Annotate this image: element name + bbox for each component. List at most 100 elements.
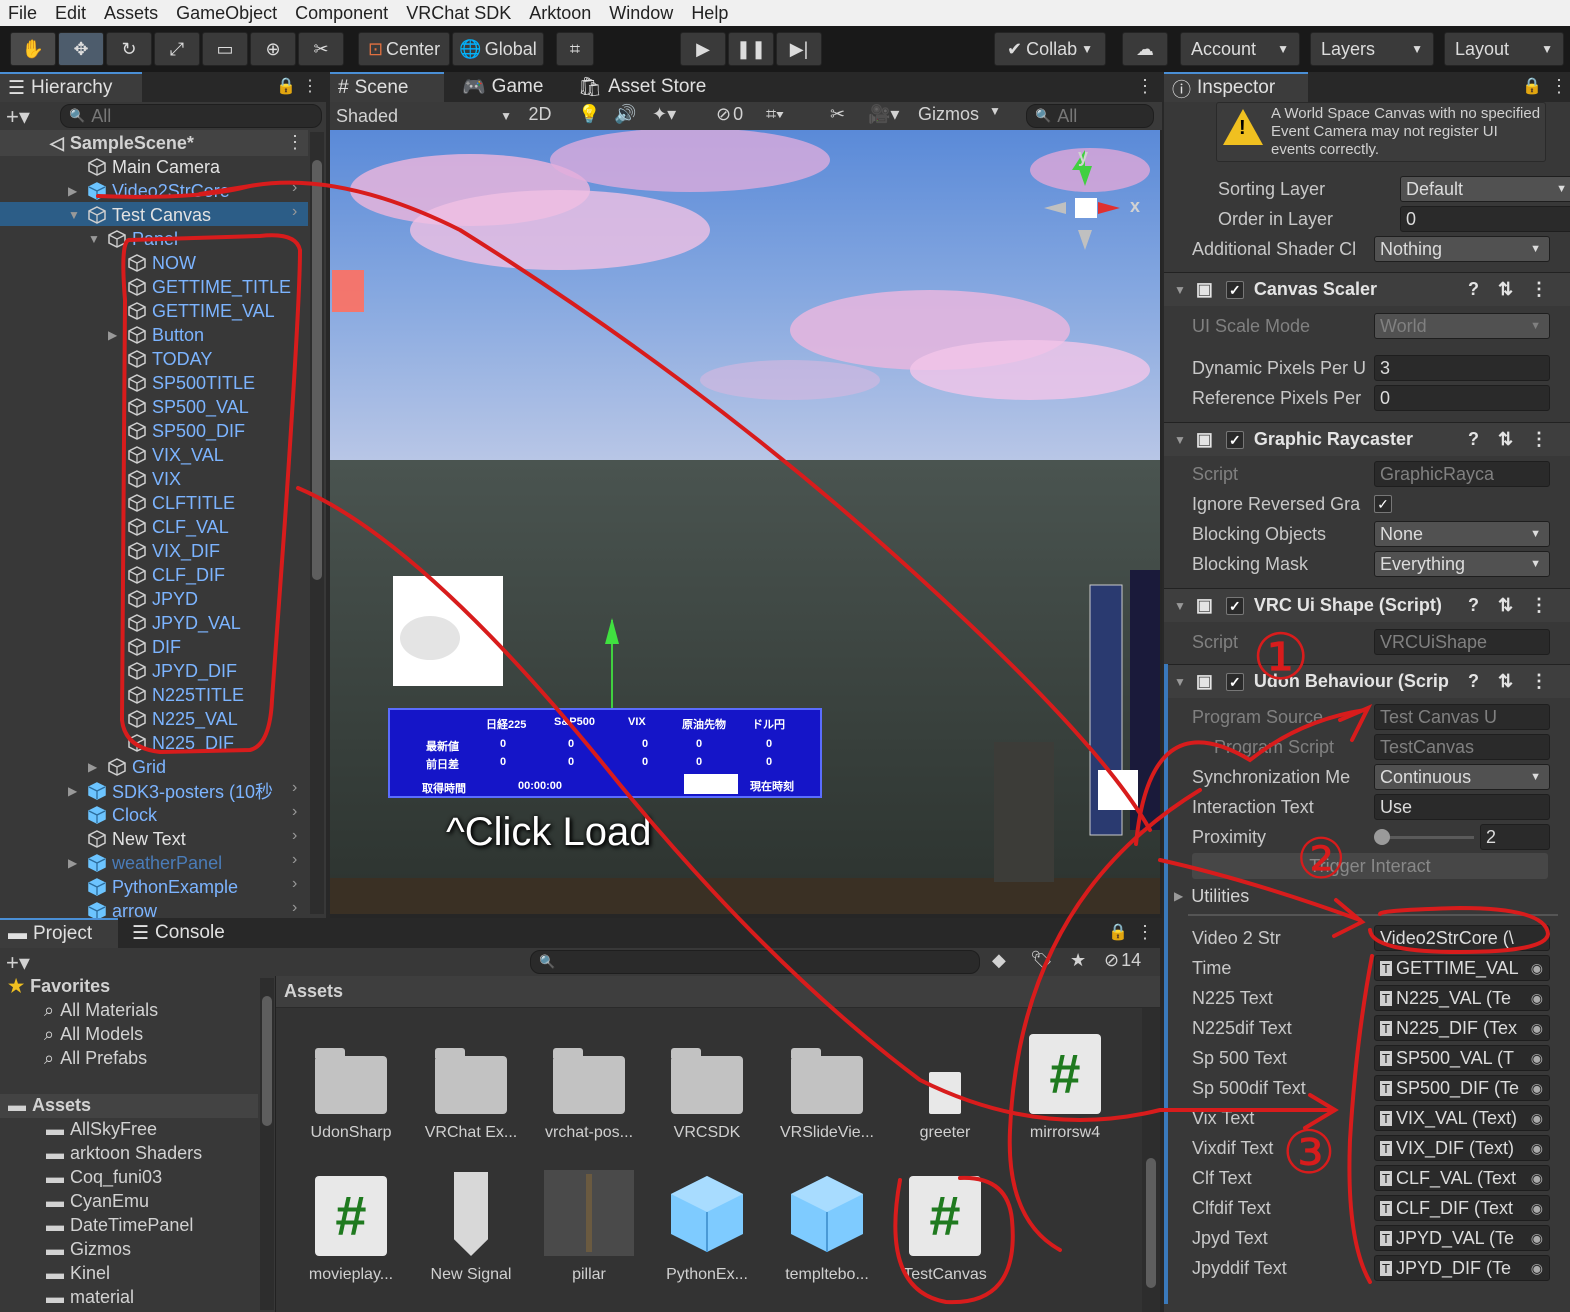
component-enabled-checkbox[interactable]: ✓	[1225, 280, 1244, 299]
custom-tool-icon[interactable]: ✂	[298, 32, 344, 66]
tab-console[interactable]: ☰ Console	[124, 918, 254, 948]
object-picker-icon[interactable]: ◉	[1531, 1050, 1543, 1067]
preset-icon[interactable]: ⇅	[1498, 671, 1513, 692]
favorite-all-models[interactable]: ⌕ All Models	[44, 1024, 143, 1045]
folder-datetimepanel[interactable]: ▬ DateTimePanel	[46, 1215, 193, 1236]
gizmos-dropdown[interactable]: Gizmos ▼	[918, 104, 1001, 125]
component-menu-icon[interactable]: ⋮	[1530, 671, 1548, 692]
more-icon[interactable]: ⋮	[1550, 76, 1568, 97]
layers-dropdown[interactable]: Layers ▼	[1310, 32, 1434, 66]
field-value[interactable]: T CLF_VAL (Text ◉	[1374, 1165, 1550, 1191]
canvas-scaler-header[interactable]: ▼ ▣ ✓ Canvas Scaler? ⇅ ⋮	[1164, 272, 1570, 306]
chevron-right-icon[interactable]: ›	[292, 899, 297, 917]
object-picker-icon[interactable]: ◉	[1531, 1230, 1543, 1247]
object-picker-icon[interactable]: ◉	[1531, 1020, 1543, 1037]
menu-edit[interactable]: Edit	[47, 3, 96, 24]
asset-scrollbar[interactable]	[1142, 1008, 1160, 1312]
field-dropdown[interactable]: Everything ▼	[1374, 551, 1550, 577]
preset-icon[interactable]: ⇅	[1498, 429, 1513, 450]
field-value[interactable]: 0	[1400, 206, 1570, 232]
tree-scrollbar[interactable]	[260, 978, 274, 1310]
field-value[interactable]: T VIX_VAL (Text) ◉	[1374, 1105, 1550, 1131]
field-value[interactable]: Use	[1374, 794, 1550, 820]
add-icon[interactable]: +▾	[6, 104, 30, 130]
favorite-all-materials[interactable]: ⌕ All Materials	[44, 1000, 158, 1021]
favorite-star-icon[interactable]: ★	[1070, 950, 1086, 971]
chevron-right-icon[interactable]: ›	[292, 779, 297, 797]
expand-arrow-icon[interactable]: ▶	[68, 856, 77, 870]
menu-arktoon[interactable]: Arktoon	[521, 3, 601, 24]
field-value[interactable]: Video2StrCore (\	[1374, 925, 1550, 951]
chevron-right-icon[interactable]: ›	[292, 827, 297, 845]
object-picker-icon[interactable]: ◉	[1531, 1200, 1543, 1217]
object-picker-icon[interactable]: ◉	[1531, 1080, 1543, 1097]
tab-game[interactable]: 🎮 Game	[454, 72, 564, 102]
menu-help[interactable]: Help	[683, 3, 738, 24]
more-icon[interactable]: ⋮	[1136, 922, 1154, 943]
folder-material[interactable]: ▬ material	[46, 1287, 134, 1308]
field-value[interactable]: TestCanvas	[1374, 734, 1550, 760]
object-picker-icon[interactable]: ◉	[1531, 1140, 1543, 1157]
more-icon[interactable]: ⋮	[302, 76, 318, 96]
lock-icon[interactable]: 🔒	[1108, 922, 1128, 942]
hand-tool-icon[interactable]: ✋	[10, 32, 56, 66]
field-value[interactable]: T GETTIME_VAL ◉	[1374, 955, 1550, 981]
field-value[interactable]: Test Canvas U	[1374, 704, 1550, 730]
chevron-right-icon[interactable]: ›	[292, 875, 297, 893]
menu-window[interactable]: Window	[601, 3, 683, 24]
chevron-right-icon[interactable]: ›	[292, 203, 297, 221]
expand-arrow-icon[interactable]: ▶	[108, 328, 117, 342]
pause-icon[interactable]: ❚❚	[728, 32, 774, 66]
foldout-arrow-icon[interactable]: ▼	[1174, 433, 1186, 447]
effects-icon[interactable]: ✦▾	[652, 104, 676, 125]
lock-icon[interactable]: 🔒	[1522, 76, 1542, 96]
object-picker-icon[interactable]: ◉	[1531, 1260, 1543, 1277]
trigger-interact-button[interactable]: Trigger Interact	[1192, 853, 1548, 879]
asset-mirrorsw4[interactable]: # mirrorsw4	[1006, 1024, 1124, 1142]
vrc-ui-shape-header[interactable]: ▼ ▣ ✓ VRC Ui Shape (Script)? ⇅ ⋮	[1164, 588, 1570, 622]
collab-button[interactable]: ✔ Collab ▼	[994, 32, 1106, 66]
asset-greeter[interactable]: greeter	[886, 1024, 1004, 1142]
chevron-right-icon[interactable]: ›	[292, 851, 297, 869]
tab-hierarchy[interactable]: ☰ Hierarchy	[0, 72, 142, 102]
field-value[interactable]: T JPYD_DIF (Te ◉	[1374, 1255, 1550, 1281]
folder-gizmos[interactable]: ▬ Gizmos	[46, 1239, 131, 1260]
component-enabled-checkbox[interactable]: ✓	[1225, 430, 1244, 449]
menu-file[interactable]: File	[0, 3, 47, 24]
folder-coq-funi03[interactable]: ▬ Coq_funi03	[46, 1167, 162, 1188]
tools-icon[interactable]: ✂	[830, 104, 845, 125]
asset-vrcsdk[interactable]: VRCSDK	[648, 1024, 766, 1142]
help-icon[interactable]: ?	[1468, 671, 1479, 692]
layout-dropdown[interactable]: Layout ▼	[1444, 32, 1564, 66]
pivot-global-button[interactable]: 🌐 Global	[452, 32, 544, 66]
field-dropdown[interactable]: Default ▼	[1400, 176, 1570, 202]
proximity-slider[interactable]	[1374, 824, 1474, 850]
menu-vrchat-sdk[interactable]: VRChat SDK	[398, 3, 521, 24]
scene-more-icon[interactable]: ⋮	[286, 132, 304, 153]
preset-icon[interactable]: ⇅	[1498, 595, 1513, 616]
rotate-tool-icon[interactable]: ↻	[106, 32, 152, 66]
help-icon[interactable]: ?	[1468, 429, 1479, 450]
audio-icon[interactable]: 🔊	[614, 104, 636, 125]
asset-templtebo[interactable]: templtebo...	[768, 1166, 886, 1284]
component-enabled-checkbox[interactable]: ✓	[1225, 596, 1244, 615]
menu-gameobject[interactable]: GameObject	[168, 3, 287, 24]
hierarchy-scrollbar[interactable]	[310, 132, 324, 914]
filter-label-icon[interactable]: 🏷	[1030, 950, 1053, 971]
object-picker-icon[interactable]: ◉	[1531, 990, 1543, 1007]
field-value[interactable]: GraphicRayca	[1374, 461, 1550, 487]
object-picker-icon[interactable]: ◉	[1531, 1110, 1543, 1127]
component-menu-icon[interactable]: ⋮	[1530, 279, 1548, 300]
component-menu-icon[interactable]: ⋮	[1530, 595, 1548, 616]
help-icon[interactable]: ?	[1468, 279, 1479, 300]
asset-new-signal[interactable]: New Signal	[412, 1166, 530, 1284]
field-dropdown[interactable]: Nothing ▼	[1374, 236, 1550, 262]
checkbox[interactable]: ✓	[1374, 495, 1392, 513]
object-picker-icon[interactable]: ◉	[1531, 1170, 1543, 1187]
expand-arrow-icon[interactable]: ▶	[88, 760, 97, 774]
filter-type-icon[interactable]: ◆	[992, 950, 1006, 971]
scene-search-input[interactable]: 🔍 All	[1026, 104, 1154, 128]
rect-tool-icon[interactable]: ▭	[202, 32, 248, 66]
folder-allskyfree[interactable]: ▬ AllSkyFree	[46, 1119, 157, 1140]
field-dropdown[interactable]: None ▼	[1374, 521, 1550, 547]
